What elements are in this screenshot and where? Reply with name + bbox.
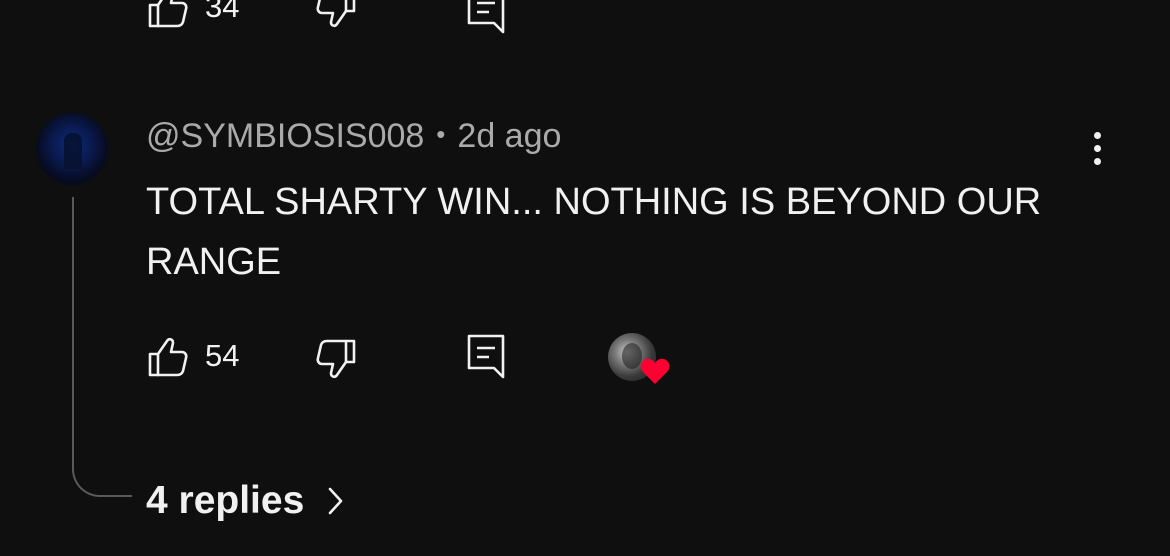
thumbs-down-icon[interactable] [314,0,358,30]
heart-icon [640,357,670,385]
like-button[interactable] [146,335,190,379]
more-vert-icon [1094,132,1101,139]
header-separator: • [436,119,446,149]
avatar-figure [64,133,82,169]
dislike-button[interactable] [314,337,358,381]
commenter-avatar[interactable] [36,113,108,185]
reply-button[interactable] [466,333,506,381]
like-count: 54 [205,338,240,373]
thumbs-up-icon [146,335,190,379]
thumbs-down-icon [314,337,358,381]
comment-timestamp: 2d ago [457,117,562,155]
replies-link[interactable]: 4 replies [146,476,344,526]
more-options-button[interactable] [1082,130,1114,168]
reply-comment-icon[interactable] [466,0,506,36]
previous-comment-actions: 34 [0,0,1170,34]
previous-like-count: 34 [205,0,240,24]
replies-label: 4 replies [146,479,305,522]
creator-heart-badge [606,331,672,389]
comment-text: TOTAL SHARTY WIN... NOTHING IS BEYOND OU… [146,181,1042,283]
chevron-right-icon [326,486,344,516]
thread-connector-line [72,197,132,497]
thumbs-up-icon[interactable] [146,0,190,30]
reply-comment-icon [466,333,506,381]
comment-header: @SYMBIOSIS008 • 2d ago [146,114,561,160]
comment-author[interactable]: @SYMBIOSIS008 [146,117,424,155]
